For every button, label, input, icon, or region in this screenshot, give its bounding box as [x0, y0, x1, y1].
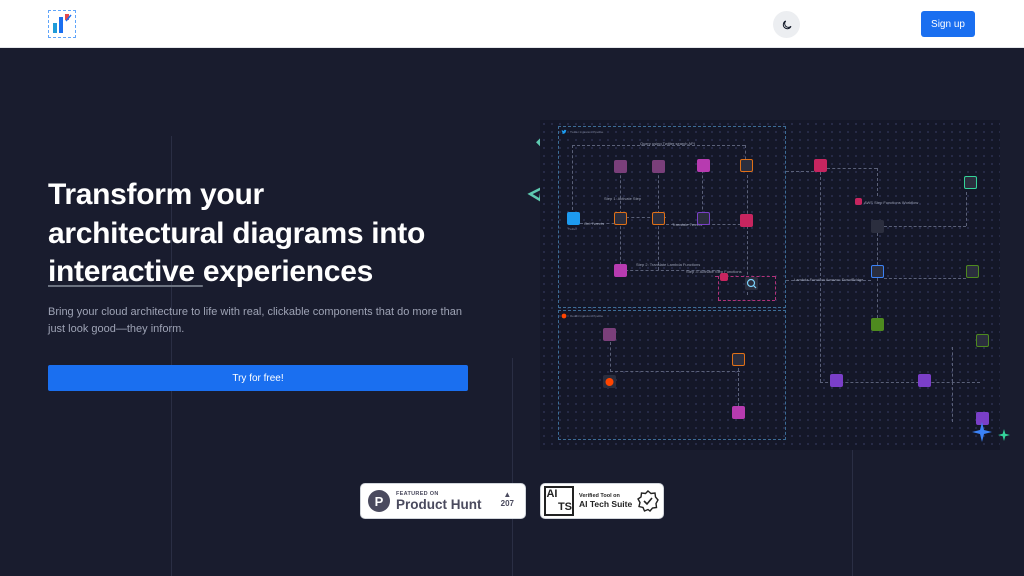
- grid-line: [852, 438, 853, 576]
- edge-label: Step 1: Activate Step: [604, 196, 642, 201]
- theme-toggle-button[interactable]: [773, 11, 800, 38]
- lambda-node-icon[interactable]: [614, 160, 627, 173]
- document-node-icon[interactable]: [871, 265, 884, 278]
- edge: [952, 382, 953, 422]
- edge: [952, 347, 953, 382]
- s3-bucket-node-icon[interactable]: [966, 265, 979, 278]
- edge-label: Query using Twitter search API: [640, 141, 695, 146]
- edge: [738, 368, 739, 406]
- edge: [610, 371, 740, 372]
- edge: [610, 342, 611, 372]
- verified-check-icon: [637, 490, 660, 512]
- edge: [786, 171, 814, 172]
- edge: [966, 192, 967, 226]
- eventbridge-node-icon[interactable]: [814, 159, 827, 172]
- lambda-node-icon[interactable]: [603, 328, 616, 341]
- edge: [877, 168, 878, 196]
- eventbridge-node-icon[interactable]: [740, 214, 753, 227]
- athena-node-icon[interactable]: [830, 374, 843, 387]
- step-functions-node-icon[interactable]: [614, 264, 627, 277]
- edge: [877, 233, 878, 265]
- grid-line: [512, 358, 513, 576]
- sparkle-icon: [998, 429, 1010, 441]
- edge-label: Get Tweets: [584, 221, 605, 226]
- title-underlined-word: interactive: [48, 255, 203, 288]
- title-line: architectural diagrams into: [48, 216, 426, 250]
- title-line: interactive experiences: [48, 253, 488, 292]
- moon-icon: [782, 20, 791, 29]
- twitter-node-icon[interactable]: [567, 212, 580, 225]
- search-node-icon[interactable]: [745, 277, 758, 290]
- group-label: Twitter Ingestion Pipeline: [570, 130, 604, 134]
- twitter-icon: [561, 129, 567, 134]
- lambda-node-icon[interactable]: [652, 212, 665, 225]
- edge: [718, 276, 719, 300]
- edge-label: Lambda Function Amazon EventBridge: [794, 277, 864, 282]
- glue-node-icon[interactable]: [871, 318, 884, 331]
- top-navbar: Sign up: [0, 0, 1024, 48]
- architecture-diagram[interactable]: Twitter Ingestion Pipeline Reddit Ingest…: [540, 120, 1000, 450]
- secrets-node-icon[interactable]: [697, 159, 710, 172]
- edge-label: Step 3: Activate Step Functions: [686, 269, 742, 274]
- title-line: Transform your: [48, 178, 264, 211]
- signup-button[interactable]: Sign up: [921, 11, 975, 37]
- group-label: Reddit Ingestion Pipeline: [570, 314, 604, 318]
- producthunt-logo-icon: P: [368, 490, 390, 512]
- aits-logo-bottom: TS: [557, 501, 572, 513]
- report-node-icon[interactable]: [964, 176, 977, 189]
- edge: [877, 278, 878, 318]
- edge-label: AWS Step Functions Workflow: [864, 200, 919, 205]
- node-label: Twitter: [568, 227, 577, 231]
- diagram-logo-icon[interactable]: [48, 10, 76, 38]
- edge: [884, 278, 966, 279]
- reddit-icon: [561, 313, 567, 319]
- aits-big-label: AI Tech Suite: [579, 499, 633, 509]
- ai-tech-suite-badge[interactable]: AI TS Verified Tool on AI Tech Suite: [540, 483, 664, 519]
- hero-subtitle: Bring your cloud architecture to life wi…: [48, 306, 462, 335]
- lambda-node-icon[interactable]: [614, 212, 627, 225]
- edge: [775, 276, 776, 300]
- aws-step-node-icon[interactable]: [720, 273, 728, 281]
- upvote-arrow-icon: ▲: [503, 490, 512, 499]
- edge: [827, 168, 877, 169]
- step-functions-node-icon[interactable]: [732, 406, 745, 419]
- lambda-node-icon[interactable]: [652, 160, 665, 173]
- reddit-node-icon[interactable]: [603, 375, 616, 388]
- aits-logo-top: AI: [546, 488, 558, 500]
- edge: [820, 382, 980, 383]
- edge: [884, 226, 966, 227]
- choice-node-icon[interactable]: [871, 220, 884, 233]
- edge: [572, 145, 573, 215]
- producthunt-big-label: Product Hunt: [396, 496, 482, 512]
- sparkle-icon: [972, 422, 992, 442]
- try-for-free-button[interactable]: Try for free!: [48, 365, 468, 391]
- edge: [718, 300, 775, 301]
- quicksight-node-icon[interactable]: [918, 374, 931, 387]
- comprehend-node-icon[interactable]: [697, 212, 710, 225]
- reddit-group: [558, 310, 786, 440]
- vote-count: 207: [500, 499, 514, 508]
- hero-title: Transform your architectural diagrams in…: [48, 176, 488, 292]
- aits-logo-icon: AI TS: [544, 486, 574, 516]
- step-node-icon[interactable]: [855, 198, 862, 205]
- title-word: experiences: [202, 255, 373, 288]
- lambda-node-icon[interactable]: [740, 159, 753, 172]
- producthunt-badge[interactable]: P FEATURED ON Product Hunt ▲ 207: [360, 483, 526, 519]
- s3-bucket-node-icon[interactable]: [976, 334, 989, 347]
- edge: [820, 172, 821, 382]
- lambda-node-icon[interactable]: [732, 353, 745, 366]
- edge-label: Step 2: Translate Lambda Functions: [636, 262, 701, 267]
